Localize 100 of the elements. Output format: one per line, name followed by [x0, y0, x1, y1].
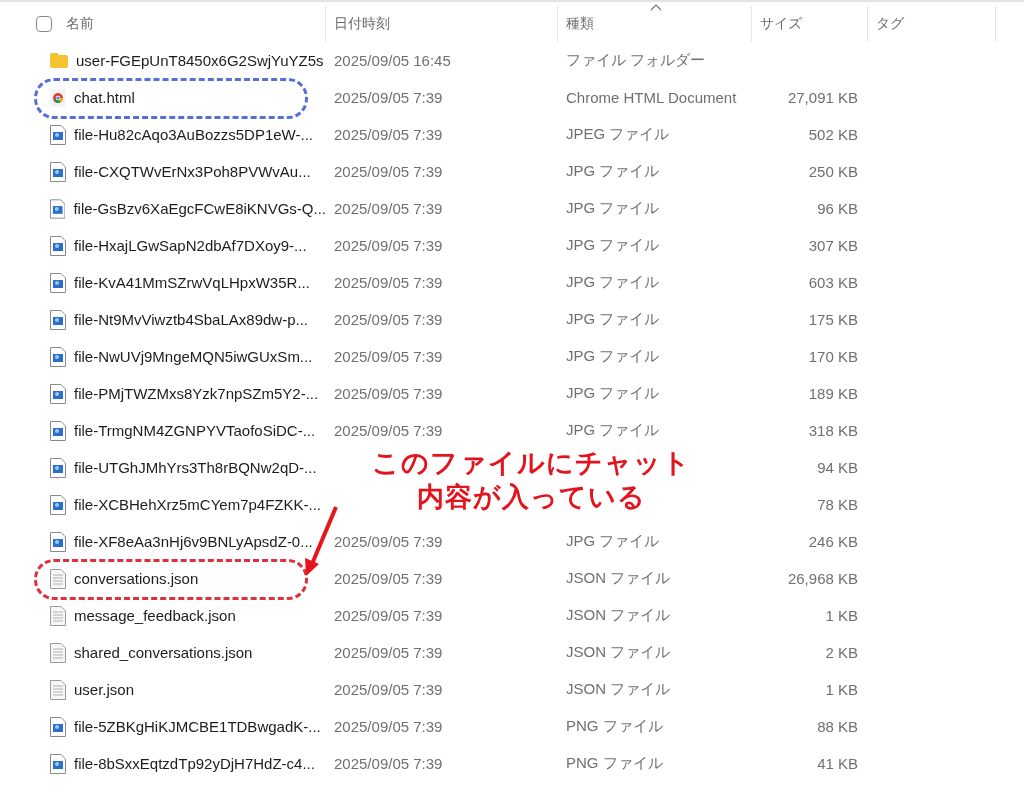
file-type: JSON ファイル — [565, 680, 672, 699]
file-type: ファイル フォルダー — [565, 51, 707, 70]
file-name[interactable]: file-PMjTWZMxs8Yzk7npSZm5Y2-... — [74, 385, 319, 402]
file-size: 2 KB — [824, 644, 859, 661]
date-modified: 2025/09/05 16:45 — [333, 52, 452, 69]
file-type: JPG ファイル — [565, 199, 661, 218]
file-name[interactable]: file-XF8eAa3nHj6v9BNLyApsdZ-0... — [74, 533, 313, 550]
text-file-icon — [50, 605, 66, 626]
file-name[interactable]: chat.html — [74, 89, 135, 106]
column-label: 日付時刻 — [334, 15, 390, 33]
date-modified: 2025/09/05 7:39 — [333, 385, 444, 402]
date-modified: 2025/09/05 7:39 — [333, 570, 444, 587]
column-label: 種類 — [566, 15, 594, 33]
file-size: 170 KB — [807, 348, 859, 365]
file-size: 96 KB — [816, 200, 859, 217]
image-file-icon — [50, 161, 66, 182]
file-type: PNG ファイル — [565, 717, 664, 736]
date-modified: 2025/09/05 7:39 — [333, 755, 444, 772]
date-modified: 2025/09/05 7:39 — [333, 422, 444, 439]
date-modified: 2025/09/05 7:39 — [333, 533, 444, 550]
file-name[interactable]: shared_conversations.json — [74, 644, 253, 661]
date-modified: 2025/09/05 7:39 — [333, 237, 444, 254]
date-modified: 2025/09/05 7:39 — [333, 311, 444, 328]
callout-text: 内容が入っている — [417, 481, 646, 514]
file-type: JPG ファイル — [565, 421, 661, 440]
file-name[interactable]: file-KvA41MmSZrwVqLHpxW35R... — [74, 274, 310, 291]
file-name[interactable]: message_feedback.json — [74, 607, 236, 624]
image-file-icon — [50, 716, 66, 737]
image-file-icon — [50, 272, 66, 293]
file-name[interactable]: file-CXQTWvErNx3Poh8PVWvAu... — [74, 163, 311, 180]
file-type: PNG ファイル — [565, 754, 664, 773]
file-type: JSON ファイル — [565, 569, 672, 588]
file-type: JPG ファイル — [565, 384, 661, 403]
file-name[interactable]: file-GsBzv6XaEgcFCwE8iKNVGs-Q... — [73, 200, 326, 217]
date-modified: 2025/09/05 7:39 — [333, 348, 444, 365]
column-header[interactable]: タグ — [868, 6, 996, 42]
file-name[interactable]: file-Nt9MvViwztb4SbaLAx89dw-p... — [74, 311, 308, 328]
image-file-icon — [50, 346, 66, 367]
file-type: JPG ファイル — [565, 273, 661, 292]
image-file-icon — [50, 124, 66, 145]
file-name[interactable]: file-XCBHehXrz5mCYem7p4FZKK-... — [74, 496, 322, 513]
image-file-icon — [50, 494, 66, 515]
file-type: JSON ファイル — [565, 643, 672, 662]
file-type: JPG ファイル — [565, 532, 661, 551]
file-type: JPEG ファイル — [565, 125, 671, 144]
file-size: 502 KB — [807, 126, 859, 143]
file-size: 175 KB — [807, 311, 859, 328]
file-size: 88 KB — [816, 718, 859, 735]
file-name[interactable]: file-UTGhJMhYrs3Th8rBQNw2qD-... — [74, 459, 317, 476]
file-size: 26,968 KB — [786, 570, 859, 587]
image-file-icon — [50, 235, 66, 256]
file-size: 1 KB — [824, 607, 859, 624]
file-type: JSON ファイル — [565, 606, 672, 625]
file-name[interactable]: file-TrmgNM4ZGNPYVTaofoSiDC-... — [74, 422, 316, 439]
image-file-icon — [50, 753, 66, 774]
file-name[interactable]: file-8bSxxEqtzdTp92yDjH7HdZ-c4... — [74, 755, 315, 772]
date-modified: 2025/09/05 7:39 — [333, 126, 444, 143]
file-name[interactable]: file-5ZBKgHiKJMCBE1TDBwgadK-... — [74, 718, 321, 735]
column-header[interactable]: 日付時刻 — [326, 6, 558, 42]
file-size: 189 KB — [807, 385, 859, 402]
date-modified: 2025/09/05 7:39 — [333, 163, 444, 180]
file-size: 78 KB — [816, 496, 859, 513]
file-type: JPG ファイル — [565, 310, 661, 329]
text-file-icon — [50, 679, 66, 700]
select-all-checkbox[interactable] — [36, 16, 52, 32]
date-modified: 2025/09/05 7:39 — [333, 718, 444, 735]
file-size: 41 KB — [816, 755, 859, 772]
date-modified: 2025/09/05 7:39 — [333, 644, 444, 661]
date-modified: 2025/09/05 7:39 — [333, 607, 444, 624]
column-label: タグ — [876, 15, 904, 33]
file-size: 318 KB — [807, 422, 859, 439]
date-modified: 2025/09/05 7:39 — [333, 681, 444, 698]
text-file-icon — [50, 568, 66, 589]
file-type: JPG ファイル — [565, 162, 661, 181]
file-name[interactable]: file-HxajLGwSapN2dbAf7DXoy9-... — [74, 237, 307, 254]
file-type: JPG ファイル — [565, 236, 661, 255]
file-size: 250 KB — [807, 163, 859, 180]
date-modified: 2025/09/05 7:39 — [333, 200, 444, 217]
file-size: 94 KB — [816, 459, 859, 476]
file-size: 307 KB — [807, 237, 859, 254]
file-name[interactable]: user-FGEpUnT8450x6G2SwjYuYZ5s — [76, 52, 324, 69]
file-type: Chrome HTML Document — [565, 89, 738, 106]
image-file-icon — [50, 457, 66, 478]
image-file-icon — [50, 198, 66, 219]
date-modified: 2025/09/05 7:39 — [333, 274, 444, 291]
file-size: 1 KB — [824, 681, 859, 698]
image-file-icon — [50, 420, 66, 441]
image-file-icon — [50, 383, 66, 404]
image-file-icon — [50, 309, 66, 330]
column-header[interactable]: 種類 — [558, 6, 752, 42]
file-type: JPG ファイル — [565, 347, 661, 366]
file-name[interactable]: file-Hu82cAqo3AuBozzs5DP1eW-... — [74, 126, 313, 143]
file-name[interactable]: user.json — [74, 681, 135, 698]
file-name[interactable]: conversations.json — [74, 570, 199, 587]
file-name[interactable]: file-NwUVj9MngeMQN5iwGUxSm... — [74, 348, 313, 365]
column-header[interactable]: 名前 — [0, 6, 326, 42]
callout-text: このファイルにチャット — [372, 447, 691, 480]
column-header[interactable]: サイズ — [752, 6, 868, 42]
file-size: 603 KB — [807, 274, 859, 291]
text-file-icon — [50, 642, 66, 663]
